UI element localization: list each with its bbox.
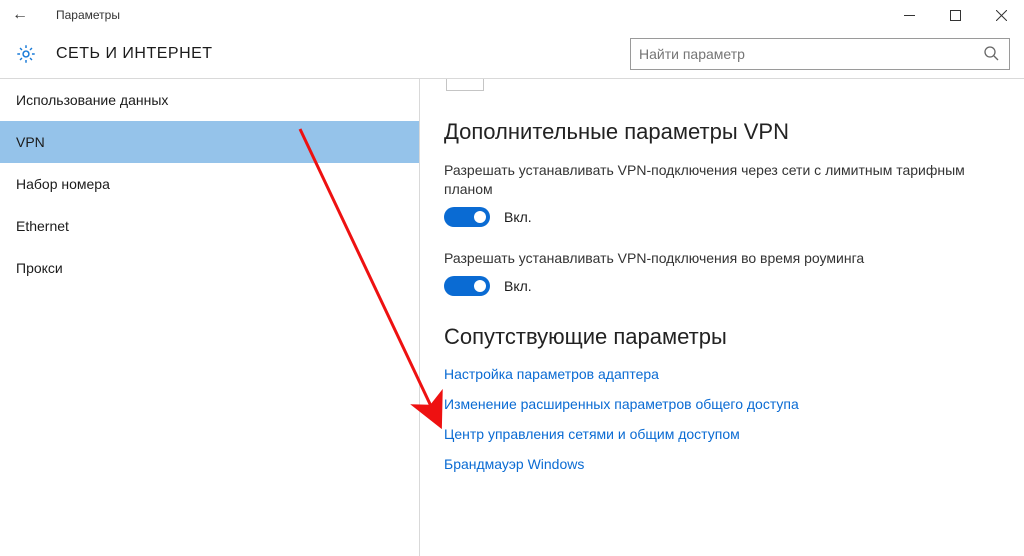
close-button[interactable] xyxy=(978,0,1024,30)
toggle-roaming[interactable] xyxy=(444,276,490,296)
sidebar-item-label: Ethernet xyxy=(16,218,69,234)
sidebar-item-label: Прокси xyxy=(16,260,63,276)
maximize-button[interactable] xyxy=(932,0,978,30)
link-advanced-sharing[interactable]: Изменение расширенных параметров общего … xyxy=(444,396,1000,412)
search-icon xyxy=(983,45,1001,63)
minimize-button[interactable] xyxy=(886,0,932,30)
body: Использование данных VPN Набор номера Et… xyxy=(0,79,1024,556)
toggle-roaming-state: Вкл. xyxy=(504,278,532,294)
content-pane: Дополнительные параметры VPN Разрешать у… xyxy=(420,79,1024,556)
toggle-row-roaming: Вкл. xyxy=(444,276,1000,296)
sidebar-item-dialup[interactable]: Набор номера xyxy=(0,163,419,205)
back-button[interactable]: ← xyxy=(12,6,36,24)
search-box[interactable] xyxy=(630,38,1010,70)
sidebar-item-ethernet[interactable]: Ethernet xyxy=(0,205,419,247)
sidebar-item-label: VPN xyxy=(16,134,45,150)
sidebar-item-label: Набор номера xyxy=(16,176,110,192)
sidebar-item-label: Использование данных xyxy=(16,92,168,108)
toggle-knob xyxy=(474,211,486,223)
setting-metered-label: Разрешать устанавливать VPN-подключения … xyxy=(444,161,1000,199)
header: СЕТЬ И ИНТЕРНЕТ xyxy=(0,30,1024,78)
setting-roaming-label: Разрешать устанавливать VPN-подключения … xyxy=(444,249,1000,268)
link-network-center[interactable]: Центр управления сетями и общим доступом xyxy=(444,426,1000,442)
sidebar-item-vpn[interactable]: VPN xyxy=(0,121,419,163)
sidebar-item-data-usage[interactable]: Использование данных xyxy=(0,79,419,121)
link-windows-firewall[interactable]: Брандмауэр Windows xyxy=(444,456,1000,472)
sidebar: Использование данных VPN Набор номера Et… xyxy=(0,79,420,556)
sidebar-item-proxy[interactable]: Прокси xyxy=(0,247,419,289)
gear-icon xyxy=(14,42,38,66)
toggle-metered[interactable] xyxy=(444,207,490,227)
related-links: Настройка параметров адаптера Изменение … xyxy=(444,366,1000,472)
toggle-metered-state: Вкл. xyxy=(504,209,532,225)
toggle-row-metered: Вкл. xyxy=(444,207,1000,227)
window-controls xyxy=(886,0,1024,30)
related-section-title: Сопутствующие параметры xyxy=(444,324,1000,350)
toggle-knob xyxy=(474,280,486,292)
add-vpn-tile-visible-bottom[interactable] xyxy=(446,79,484,91)
search-input[interactable] xyxy=(639,46,983,62)
advanced-section-title: Дополнительные параметры VPN xyxy=(444,119,1000,145)
window-title: Параметры xyxy=(56,8,120,22)
titlebar: ← Параметры xyxy=(0,0,1024,30)
category-title: СЕТЬ И ИНТЕРНЕТ xyxy=(56,45,213,63)
link-adapter-settings[interactable]: Настройка параметров адаптера xyxy=(444,366,1000,382)
